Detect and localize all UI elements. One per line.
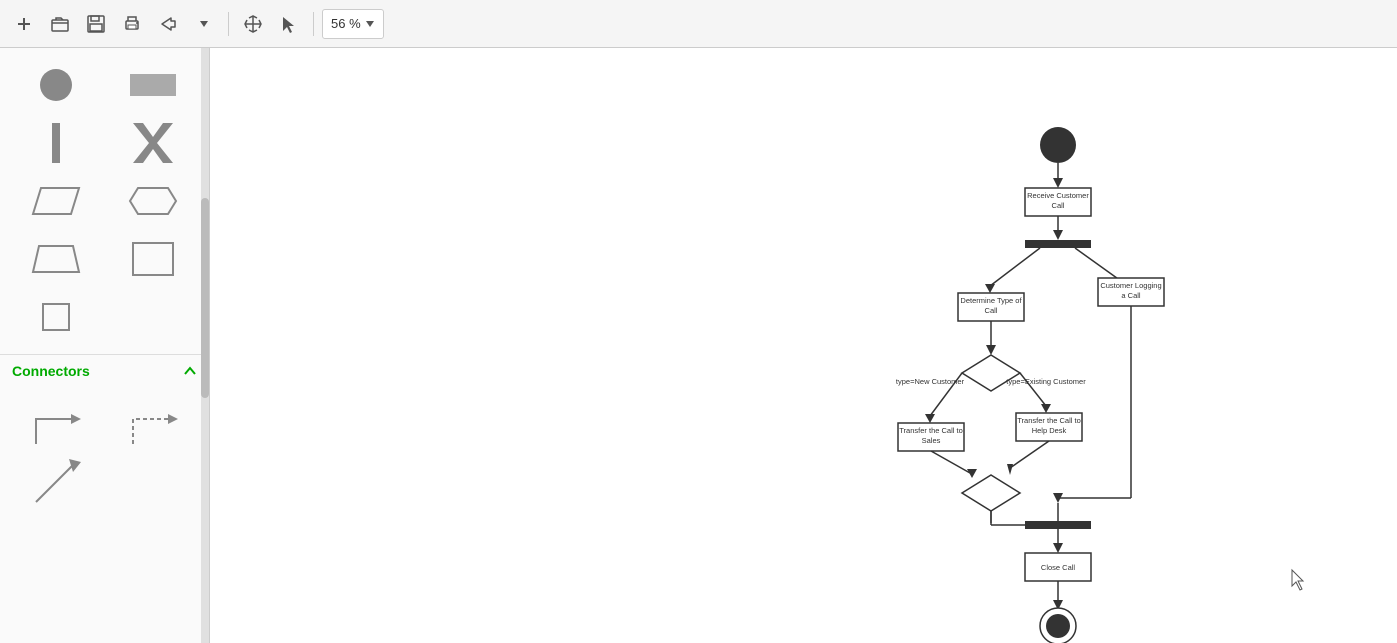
shape-trapezoid[interactable] — [12, 234, 101, 284]
shape-vertical-bar[interactable] — [12, 118, 101, 168]
add-button[interactable] — [8, 8, 40, 40]
left-panel: Connectors — [0, 48, 210, 643]
connector-diagonal[interactable] — [12, 457, 101, 507]
svg-text:Receive Customer: Receive Customer — [1027, 191, 1089, 200]
connectors-chevron-icon — [183, 363, 197, 379]
shape-x-cross[interactable] — [109, 118, 198, 168]
svg-text:Customer Logging: Customer Logging — [1100, 281, 1161, 290]
shape-rect-outline[interactable] — [109, 234, 198, 284]
svg-text:type=Existing Customer: type=Existing Customer — [1006, 377, 1086, 386]
open-button[interactable] — [44, 8, 76, 40]
zoom-label: 56 % — [331, 16, 361, 31]
shape-rectangle[interactable] — [109, 60, 198, 110]
shape-hexagon[interactable] — [109, 176, 198, 226]
save-button[interactable] — [80, 8, 112, 40]
svg-text:a Call: a Call — [1121, 291, 1141, 300]
svg-text:Call: Call — [985, 306, 998, 315]
shape-parallelogram[interactable] — [12, 176, 101, 226]
scroll-thumb[interactable] — [201, 198, 209, 398]
start-node[interactable] — [1040, 127, 1076, 163]
share-button[interactable] — [152, 8, 184, 40]
connector-solid-elbow[interactable] — [12, 399, 101, 449]
shapes-palette — [0, 48, 209, 354]
svg-text:Transfer the Call to: Transfer the Call to — [1017, 416, 1081, 425]
shape-small-square[interactable] — [12, 292, 101, 342]
zoom-control[interactable]: 56 % — [322, 9, 384, 39]
join-bar-1 — [1025, 521, 1091, 529]
connectors-section-header[interactable]: Connectors — [0, 354, 209, 387]
shape-filled-circle[interactable] — [12, 60, 101, 110]
main-area: Connectors — [0, 48, 1397, 643]
svg-text:Close Call: Close Call — [1041, 563, 1076, 572]
toolbar: 56 % — [0, 0, 1397, 48]
fork-bar-1 — [1025, 240, 1091, 248]
scroll-indicator — [201, 48, 209, 643]
svg-text:type=New Customer: type=New Customer — [896, 377, 965, 386]
cursor-indicator — [1292, 570, 1303, 590]
canvas[interactable]: Receive Customer Call Determine Type of … — [210, 48, 1397, 643]
svg-text:Call: Call — [1052, 201, 1065, 210]
svg-text:Help Desk: Help Desk — [1032, 426, 1067, 435]
share-dropdown-button[interactable] — [188, 8, 220, 40]
connector-dashed-elbow[interactable] — [109, 399, 198, 449]
separator-2 — [313, 12, 314, 36]
select-tool-button[interactable] — [273, 8, 305, 40]
pan-tool-button[interactable] — [237, 8, 269, 40]
end-node-inner — [1046, 614, 1070, 638]
svg-text:Sales: Sales — [922, 436, 941, 445]
separator-1 — [228, 12, 229, 36]
connectors-palette — [0, 387, 209, 519]
connectors-label: Connectors — [12, 363, 90, 379]
flowchart-svg: Receive Customer Call Determine Type of … — [210, 48, 1397, 643]
print-button[interactable] — [116, 8, 148, 40]
svg-text:Determine Type of: Determine Type of — [960, 296, 1022, 305]
diamond-2-node[interactable] — [962, 475, 1020, 511]
svg-text:Transfer the Call to: Transfer the Call to — [899, 426, 963, 435]
